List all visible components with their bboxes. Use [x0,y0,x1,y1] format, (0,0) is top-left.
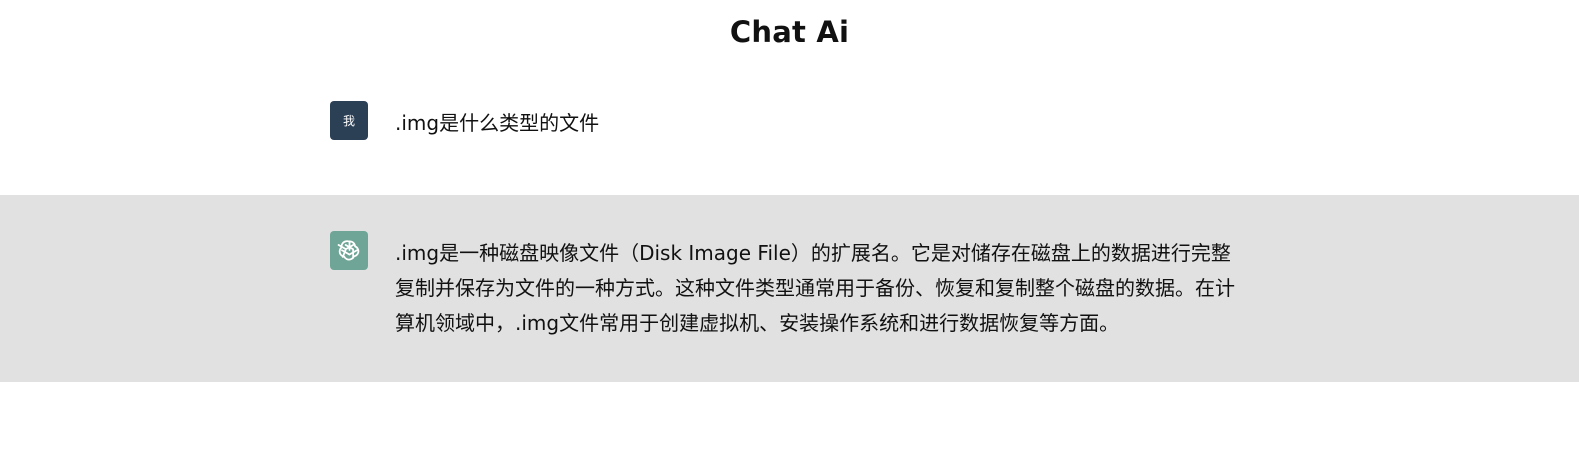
user-avatar: 我 [330,101,368,140]
chat-app: Chat Ai 我 .img是什么类型的文件 .img是一种磁盘映像文件（Dis… [0,0,1579,475]
page-title: Chat Ai [729,15,850,49]
user-message-row: 我 .img是什么类型的文件 [0,78,1579,195]
openai-icon [330,231,368,270]
user-message-text: .img是什么类型的文件 [395,111,600,135]
assistant-message-text: .img是一种磁盘映像文件（Disk Image File）的扩展名。它是对储存… [395,241,1235,335]
assistant-message-row: .img是一种磁盘映像文件（Disk Image File）的扩展名。它是对储存… [0,195,1579,382]
openai-icon-graphic [337,240,359,261]
